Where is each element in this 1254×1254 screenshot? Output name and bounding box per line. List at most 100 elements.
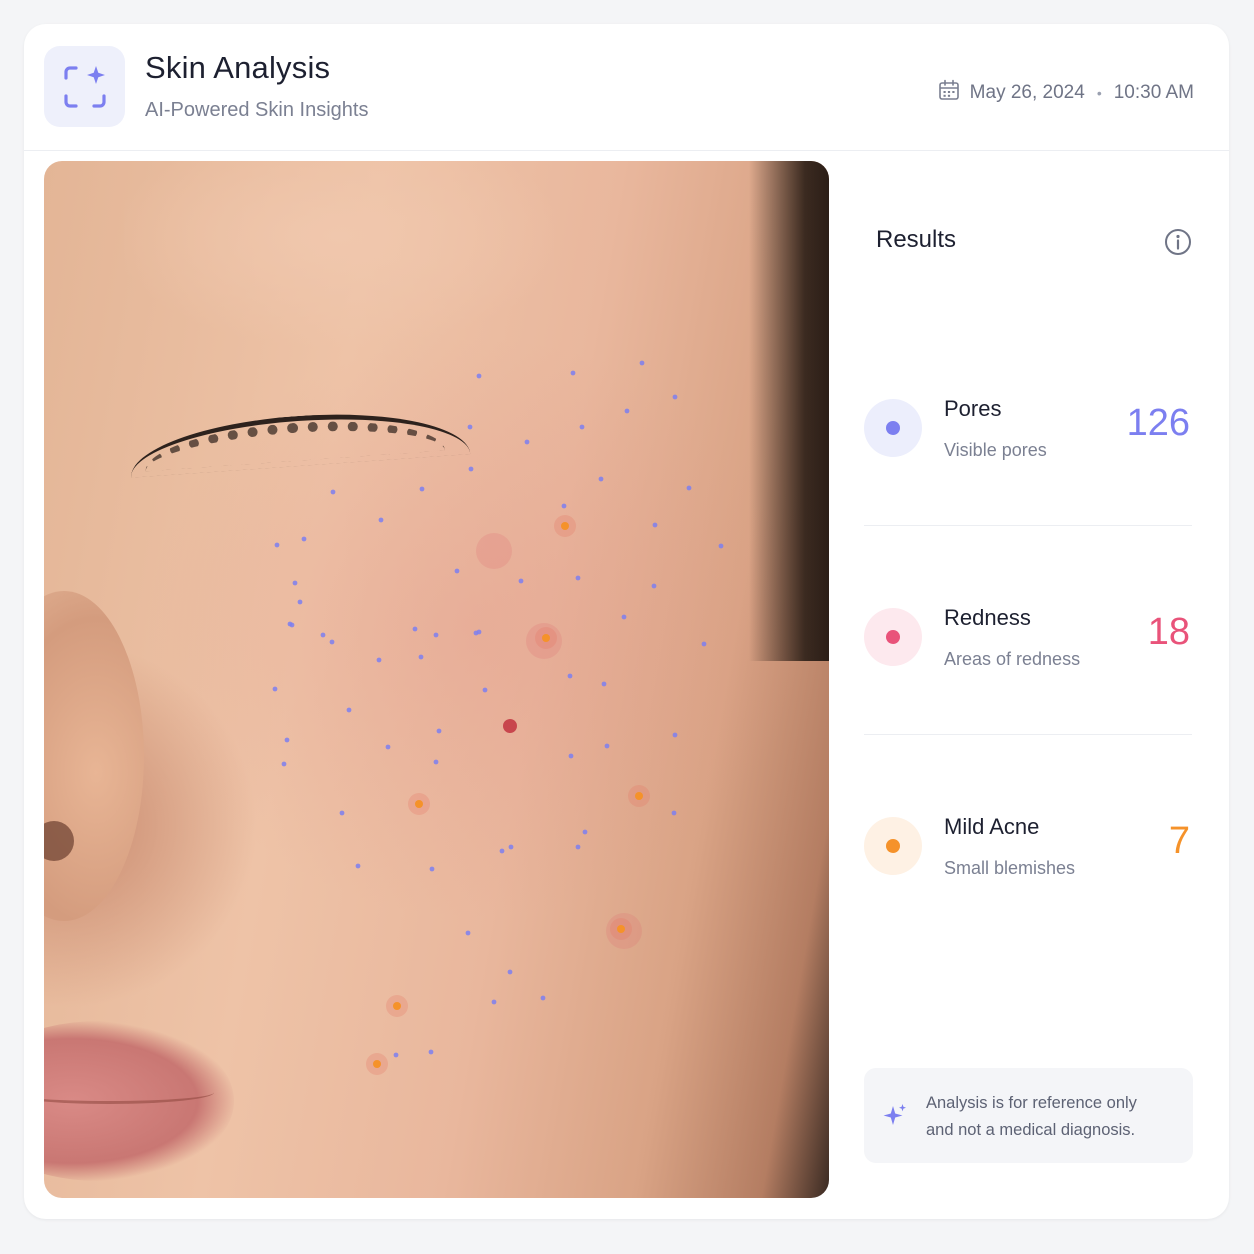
metric-redness[interactable]: Redness Areas of redness 18 [864, 603, 1194, 723]
results-title: Results [876, 226, 957, 253]
redness-marker [476, 533, 512, 569]
pore-marker [518, 578, 524, 584]
acne-marker [373, 1060, 381, 1068]
pore-marker [507, 969, 513, 975]
pore-marker [330, 489, 336, 495]
pore-marker [433, 632, 439, 638]
redness-marker [503, 719, 517, 733]
pore-marker [465, 930, 471, 936]
pore-marker [568, 753, 574, 759]
pore-marker [567, 673, 573, 679]
pore-marker [467, 424, 473, 430]
pore-marker [686, 485, 692, 491]
pores-indicator-icon [864, 399, 922, 457]
pore-marker [499, 848, 505, 854]
pore-marker [292, 580, 298, 586]
analysis-date: May 26, 2024 [969, 82, 1085, 103]
metric-name: Redness [944, 605, 1031, 630]
metric-mild-acne[interactable]: Mild Acne Small blemishes 7 [864, 812, 1194, 932]
redness-indicator-icon [864, 608, 922, 666]
app-logo [44, 46, 125, 127]
pore-marker [393, 1052, 399, 1058]
pore-marker [651, 583, 657, 589]
analysis-card: Skin Analysis AI-Powered Skin Insights M… [24, 24, 1229, 1219]
pore-marker [579, 424, 585, 430]
pore-marker [329, 639, 335, 645]
calendar-icon [938, 79, 960, 107]
pore-marker [482, 687, 488, 693]
pore-marker [339, 810, 345, 816]
sparkle-icon [883, 1104, 906, 1125]
pore-marker [582, 829, 588, 835]
pore-marker [433, 759, 439, 765]
pore-marker [671, 810, 677, 816]
metric-divider [864, 734, 1192, 735]
pore-marker [301, 536, 307, 542]
metric-value: 7 [1168, 820, 1190, 862]
pore-marker [598, 476, 604, 482]
disclaimer-line-1: Analysis is for reference only [926, 1094, 1137, 1112]
pore-marker [385, 744, 391, 750]
pore-marker [468, 466, 474, 472]
disclaimer-line-2: and not a medical diagnosis. [926, 1121, 1136, 1139]
pore-marker [601, 681, 607, 687]
analysis-datetime: May 26, 2024 • 10:30 AM [938, 79, 1194, 107]
acne-marker [415, 800, 423, 808]
pore-marker [476, 629, 482, 635]
pore-marker [575, 575, 581, 581]
pore-marker [428, 1049, 434, 1055]
metric-divider [864, 525, 1192, 526]
pore-marker [272, 686, 278, 692]
pore-marker [346, 707, 352, 713]
pore-marker [376, 657, 382, 663]
pore-marker [508, 844, 514, 850]
pore-marker [454, 568, 460, 574]
face-skin-photo [44, 161, 829, 1198]
pore-marker [429, 866, 435, 872]
metric-pores[interactable]: Pores Visible pores 126 [864, 394, 1194, 514]
metric-description: Visible pores [944, 440, 1047, 460]
pore-marker [540, 995, 546, 1001]
pore-marker [284, 737, 290, 743]
pore-marker [652, 522, 658, 528]
info-icon[interactable] [1164, 228, 1192, 261]
pore-marker [412, 626, 418, 632]
acne-marker [561, 522, 569, 530]
pore-marker [672, 394, 678, 400]
analysis-time: 10:30 AM [1113, 82, 1194, 103]
acne-indicator-icon [864, 817, 922, 875]
scan-sparkle-icon [64, 66, 106, 108]
pore-marker [621, 614, 627, 620]
pore-marker [491, 999, 497, 1005]
disclaimer-text: Analysis is for reference only and not a… [926, 1090, 1176, 1144]
header: Skin Analysis AI-Powered Skin Insights M… [24, 24, 1229, 151]
pore-marker [297, 599, 303, 605]
pore-marker [378, 517, 384, 523]
pore-marker [274, 542, 280, 548]
metric-description: Small blemishes [944, 858, 1076, 878]
pore-marker [476, 373, 482, 379]
metric-value: 126 [1126, 402, 1190, 444]
pore-marker [561, 503, 567, 509]
acne-marker [393, 1002, 401, 1010]
pore-marker [524, 439, 530, 445]
pore-marker [639, 360, 645, 366]
detection-markers [272, 360, 724, 1075]
pore-marker [355, 863, 361, 869]
pore-marker [419, 486, 425, 492]
pore-marker [570, 370, 576, 376]
datetime-separator: • [1096, 85, 1102, 101]
metric-value: 18 [1147, 611, 1190, 653]
metric-name: Pores [944, 396, 1002, 421]
acne-marker [617, 925, 625, 933]
app-subtitle: AI-Powered Skin Insights [145, 99, 369, 121]
pore-marker [289, 622, 295, 628]
metric-name: Mild Acne [944, 814, 1040, 839]
app-title: Skin Analysis [145, 50, 331, 85]
disclaimer-note: Analysis is for reference only and not a… [864, 1068, 1193, 1163]
pore-marker [575, 844, 581, 850]
pore-marker [701, 641, 707, 647]
pore-marker [672, 732, 678, 738]
pore-marker [624, 408, 630, 414]
pore-marker [418, 654, 424, 660]
